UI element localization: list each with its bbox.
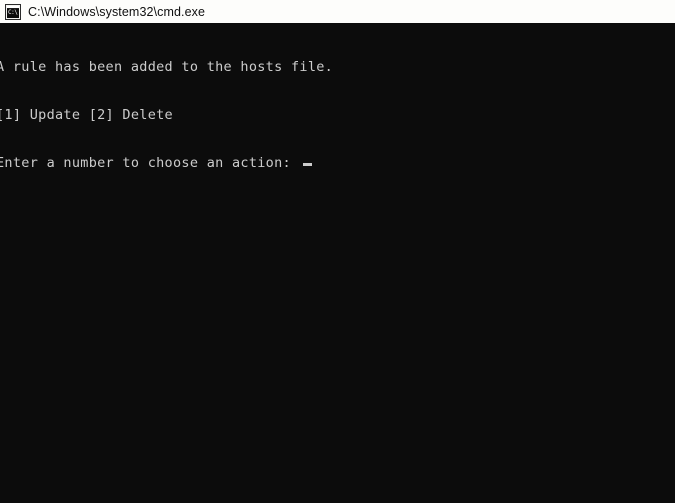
console-line-prompt: Enter a number to choose an action:: [0, 155, 333, 171]
text-cursor: [303, 163, 313, 166]
cmd-window: C:\ C:\Windows\system32\cmd.exe A rule h…: [0, 0, 675, 503]
cmd-icon: C:\: [5, 3, 21, 20]
console-client-area[interactable]: A rule has been added to the hosts file.…: [0, 23, 675, 503]
console-output: A rule has been added to the hosts file.…: [0, 27, 333, 203]
console-prompt-text: Enter a number to choose an action:: [0, 155, 300, 171]
title-bar[interactable]: C:\ C:\Windows\system32\cmd.exe: [0, 0, 675, 23]
cmd-icon-prompt-text: C:\: [7, 8, 19, 18]
console-line-menu-options: [1] Update [2] Delete: [0, 107, 173, 123]
window-title: C:\Windows\system32\cmd.exe: [28, 4, 206, 19]
console-line-status: A rule has been added to the hosts file.: [0, 59, 334, 75]
